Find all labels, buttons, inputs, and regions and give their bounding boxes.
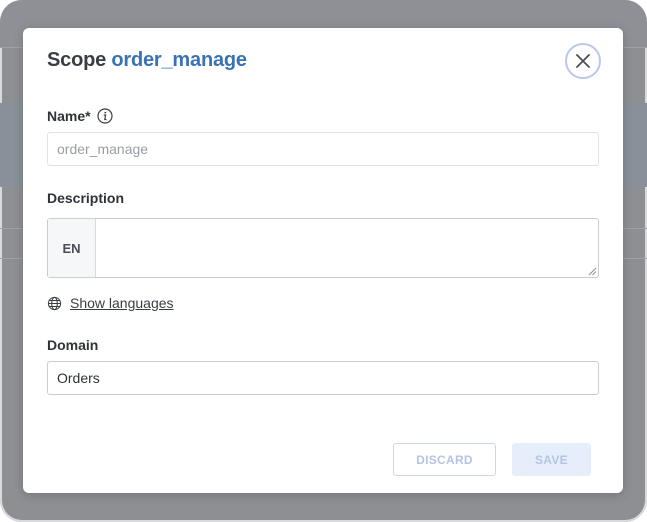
- save-button[interactable]: SAVE: [512, 443, 591, 476]
- domain-label: Domain: [47, 337, 99, 353]
- modal-title: Scope order_manage: [47, 49, 247, 72]
- discard-button[interactable]: DISCARD: [393, 443, 496, 476]
- name-field[interactable]: order_manage: [47, 132, 599, 166]
- description-field: EN: [47, 218, 599, 278]
- app-frame: Scope order_manage Name* order_manage De…: [0, 0, 647, 522]
- resize-handle-icon[interactable]: [588, 267, 597, 276]
- close-icon: [576, 54, 590, 68]
- domain-field[interactable]: Orders: [47, 361, 599, 395]
- modal-title-scope-name: order_manage: [111, 49, 247, 71]
- modal-title-prefix: Scope: [47, 49, 107, 71]
- name-label-text: Name*: [47, 108, 91, 124]
- name-label: Name*: [47, 108, 114, 124]
- show-languages-link[interactable]: Show languages: [47, 295, 174, 311]
- description-label: Description: [47, 190, 125, 206]
- scope-modal: Scope order_manage Name* order_manage De…: [23, 28, 623, 493]
- description-textarea[interactable]: [96, 219, 598, 277]
- globe-icon: [47, 296, 62, 310]
- description-language-tag: EN: [48, 219, 96, 277]
- info-icon[interactable]: [97, 108, 114, 124]
- close-button[interactable]: [565, 43, 601, 79]
- show-languages-text: Show languages: [70, 295, 174, 311]
